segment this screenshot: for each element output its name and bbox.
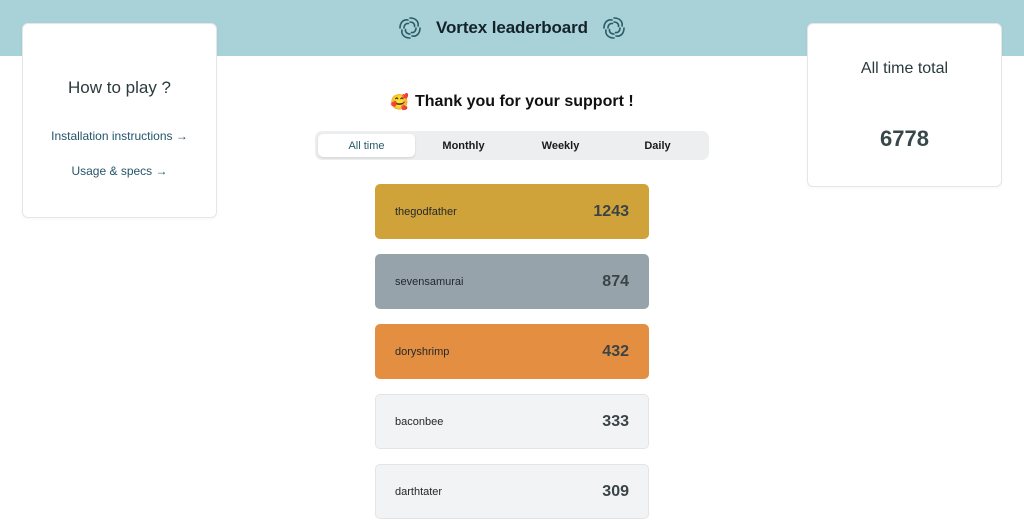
player-score: 333 [602,412,629,430]
player-name: doryshrimp [395,345,450,358]
player-name: baconbee [395,415,444,428]
thank-you-text: Thank you for your support ! [415,93,634,110]
player-name: thegodfather [395,205,457,218]
how-to-play-card: How to play ? Installation instructions … [22,23,217,218]
player-name: darthtater [395,485,443,498]
leaderboard-row-4: baconbee 333 [375,394,649,449]
vortex-swirl-icon [600,14,628,42]
all-time-total-title: All time total [860,60,949,77]
leaderboard-row-5: darthtater 309 [375,464,649,519]
leaderboard-list: thegodfather 1243 sevensamurai 874 dorys… [375,184,649,527]
usage-specs-link[interactable]: Usage & specs → [23,164,216,178]
tab-daily[interactable]: Daily [609,134,706,157]
leaderboard-row-1: thegodfather 1243 [375,184,649,239]
player-score: 432 [602,342,629,360]
thank-you-message: 🥰 Thank you for your support ! [0,93,1024,111]
tab-monthly[interactable]: Monthly [415,134,512,157]
player-name: sevensamurai [395,275,464,288]
all-time-total-value: 6778 [880,126,929,151]
tab-all-time[interactable]: All time [318,134,415,157]
tab-weekly[interactable]: Weekly [512,134,609,157]
leaderboard-row-3: doryshrimp 432 [375,324,649,379]
leaderboard-row-2: sevensamurai 874 [375,254,649,309]
player-score: 874 [602,272,629,290]
player-score: 1243 [593,202,629,220]
period-tabs: All time Monthly Weekly Daily [315,131,709,160]
installation-instructions-link[interactable]: Installation instructions → [23,129,216,143]
player-score: 309 [602,482,629,500]
vortex-swirl-icon [396,14,424,42]
smiling-face-emoji-icon: 🥰 [390,94,409,111]
app-title: Vortex leaderboard [436,18,588,37]
